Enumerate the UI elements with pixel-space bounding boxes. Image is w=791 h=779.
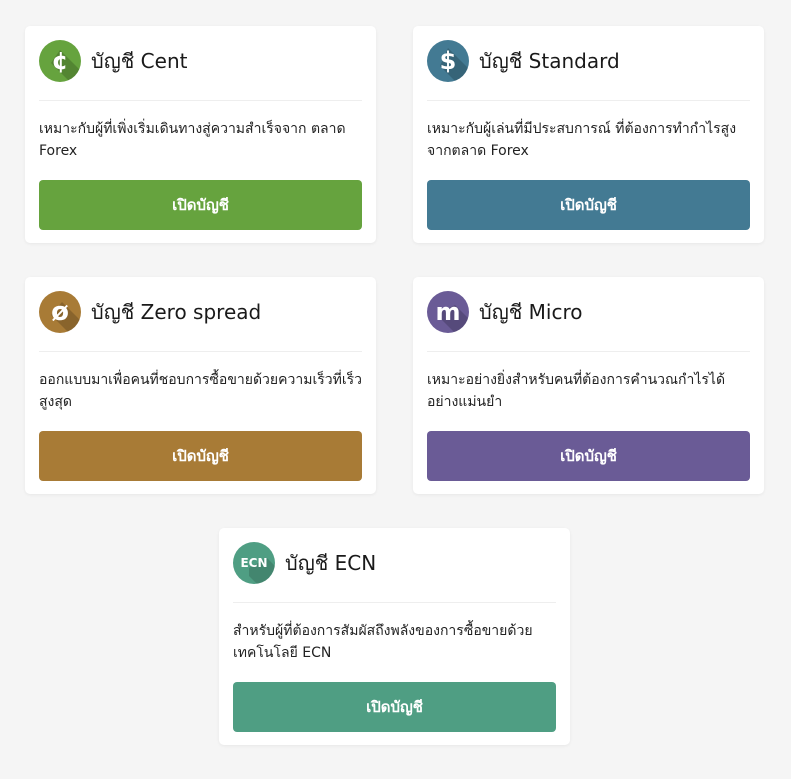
card-title: บัญชี Zero spread (91, 300, 262, 324)
card-header: ECN บัญชี ECN (233, 541, 376, 585)
card-header: ¢ บัญชี Cent (39, 39, 187, 83)
card-description: เหมาะกับผู้ที่เพิ่งเริ่มเดินทางสู่ความสำ… (39, 121, 346, 159)
account-card-cent: ¢ บัญชี Cent เหมาะกับผู้ที่เพิ่งเริ่มเดิ… (25, 26, 376, 243)
open-account-button-zero-spread[interactable]: เปิดบัญชี (39, 431, 362, 481)
account-card-micro: m บัญชี Micro เหมาะอย่างยิ่งสำหรับคนที่ต… (413, 277, 764, 494)
card-description: สำหรับผู้ที่ต้องการสัมผัสถึงพลังของการซื… (233, 623, 533, 661)
account-card-zero-spread: ø บัญชี Zero spread ออกแบบมาเพื่อคนที่ชอ… (25, 277, 376, 494)
divider (427, 100, 750, 101)
open-account-button-ecn[interactable]: เปิดบัญชี (233, 682, 556, 732)
card-description: เหมาะอย่างยิ่งสำหรับคนที่ต้องการคำนวณกำไ… (427, 372, 726, 410)
card-header: $ บัญชี Standard (427, 39, 620, 83)
card-description: เหมาะกับผู้เล่นที่มีประสบการณ์ ที่ต้องกา… (427, 121, 737, 159)
cent-icon: ¢ (39, 40, 81, 82)
card-title: บัญชี Cent (91, 49, 188, 73)
card-title: บัญชี Micro (479, 300, 583, 324)
divider (39, 351, 362, 352)
open-account-button-standard[interactable]: เปิดบัญชี (427, 180, 750, 230)
card-title: บัญชี ECN (285, 551, 377, 575)
ecn-icon: ECN (233, 542, 275, 584)
divider (39, 100, 362, 101)
open-account-button-micro[interactable]: เปิดบัญชี (427, 431, 750, 481)
account-card-ecn: ECN บัญชี ECN สำหรับผู้ที่ต้องการสัมผัสถ… (219, 528, 570, 745)
card-title: บัญชี Standard (479, 49, 620, 73)
dollar-icon: $ (427, 40, 469, 82)
card-description: ออกแบบมาเพื่อคนที่ชอบการซื้อขายด้วยความเ… (39, 372, 362, 410)
divider (427, 351, 750, 352)
divider (233, 602, 556, 603)
card-header: m บัญชี Micro (427, 290, 583, 334)
micro-icon: m (427, 291, 469, 333)
account-card-standard: $ บัญชี Standard เหมาะกับผู้เล่นที่มีประ… (413, 26, 764, 243)
card-header: ø บัญชี Zero spread (39, 290, 261, 334)
open-account-button-cent[interactable]: เปิดบัญชี (39, 180, 362, 230)
zero-spread-icon: ø (39, 291, 81, 333)
